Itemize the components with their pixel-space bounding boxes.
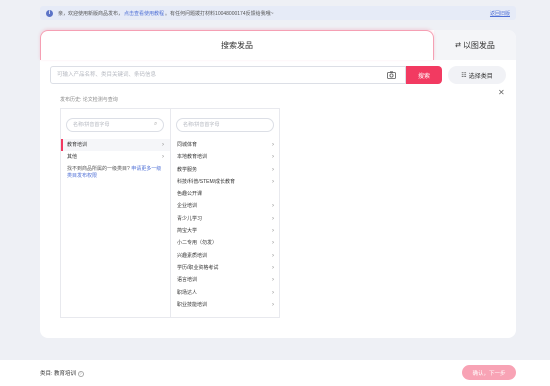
product-search-input[interactable] bbox=[50, 66, 406, 84]
primary-category-search-input[interactable] bbox=[66, 118, 164, 132]
info-icon: i bbox=[46, 9, 53, 17]
tab-search-publish[interactable]: 搜索发品 bbox=[40, 30, 434, 60]
selected-category: 类目: 教育培训 ? bbox=[40, 369, 84, 377]
secondary-category-list: 同城体育 › 本地教育培训 › 教学服务 › 科技/科普/STEM/成长教育 › 色趣公… bbox=[171, 139, 280, 311]
primary-category-item[interactable]: 教育培训 › bbox=[61, 139, 170, 152]
chevron-right-icon: › bbox=[272, 178, 274, 185]
secondary-category-item[interactable]: 企业培训 › bbox=[171, 200, 280, 212]
missing-category-text: 找不到商品所属的一级类目? bbox=[67, 165, 130, 172]
tab-image-label: 以图发品 bbox=[462, 40, 495, 50]
tab-search-label: 搜索发品 bbox=[221, 41, 253, 50]
secondary-category-column: 同城体育 › 本地教育培训 › 教学服务 › 科技/科普/STEM/成长教育 › 色趣公… bbox=[171, 109, 280, 317]
chevron-right-icon: › bbox=[272, 277, 274, 284]
chevron-right-icon: › bbox=[272, 166, 274, 173]
tab-image-publish[interactable]: ⇄ 以图发品 bbox=[434, 30, 516, 60]
category-label: 企业培训 bbox=[177, 203, 198, 210]
chevron-right-icon: › bbox=[272, 142, 274, 148]
return-old-version-link[interactable]: 返回旧版 bbox=[490, 10, 510, 17]
selected-category-label: 类目: 教育培训 bbox=[40, 371, 77, 377]
category-label: 科技/科普/STEM/成长教育 bbox=[177, 178, 236, 185]
category-label: 教育培训 bbox=[67, 142, 88, 148]
category-label: 语言培训 bbox=[177, 277, 198, 284]
help-icon[interactable]: ? bbox=[77, 370, 84, 377]
secondary-category-item[interactable]: 学历/职业资格考试 › bbox=[171, 262, 280, 274]
category-label: 青少儿学习 bbox=[177, 215, 203, 222]
category-label: 兴趣素质培训 bbox=[177, 252, 208, 259]
category-label: 同城体育 bbox=[177, 142, 198, 148]
primary-category-column: ⌕ 教育培训 › 其他 › 找不到商品所属的一级类目? 申请更多一级类目发布权限 bbox=[61, 109, 170, 317]
secondary-category-item[interactable]: 语言培训 › bbox=[171, 274, 280, 286]
notice-bar: i 亲，欢迎使用新版商品发布， 点击查看使用教程 。有任何问题拨打材料10048… bbox=[40, 6, 516, 20]
image-swap-icon: ⇄ bbox=[455, 42, 461, 49]
secondary-category-item[interactable]: 小二专用（勿发） › bbox=[171, 237, 280, 249]
publish-history[interactable]: 发布历史: 论文检测与查询 bbox=[60, 96, 118, 103]
chevron-right-icon: › bbox=[272, 154, 274, 161]
secondary-category-item[interactable]: 教学服务 › bbox=[171, 164, 280, 176]
chevron-right-icon: › bbox=[272, 252, 274, 259]
category-label: 小二专用（勿发） bbox=[177, 240, 218, 247]
confirm-next-button[interactable]: 确认，下一步 bbox=[462, 365, 516, 380]
close-icon[interactable]: ✕ bbox=[498, 88, 505, 97]
chevron-right-icon: › bbox=[272, 215, 274, 222]
chevron-right-icon: › bbox=[272, 264, 274, 271]
notice-suffix: 。有任何问题拨打材料10048000174反馈给我哦~ bbox=[165, 10, 274, 17]
secondary-category-search-input[interactable] bbox=[176, 118, 274, 132]
secondary-category-item[interactable]: 色趣公开课 bbox=[171, 188, 280, 200]
secondary-category-item[interactable]: 本地教育培训 › bbox=[171, 151, 280, 163]
primary-category-item[interactable]: 其他 › bbox=[61, 151, 170, 163]
secondary-category-item[interactable]: 科技/科普/STEM/成长教育 › bbox=[171, 176, 280, 188]
primary-category-list: 教育培训 › 其他 › 找不到商品所属的一级类目? 申请更多一级类目发布权限 bbox=[61, 139, 170, 182]
secondary-category-item[interactable]: 同城体育 › bbox=[171, 139, 280, 151]
search-icon: ⌕ bbox=[154, 121, 158, 127]
category-label: 其他 bbox=[67, 154, 78, 161]
chevron-right-icon: › bbox=[272, 240, 274, 247]
secondary-category-item[interactable]: 简宝大学 › bbox=[171, 225, 280, 237]
chevron-right-icon: › bbox=[272, 289, 274, 296]
category-label: 色趣公开课 bbox=[177, 191, 203, 198]
chevron-right-icon: › bbox=[272, 228, 274, 235]
secondary-category-item[interactable]: 职业技能培训 › bbox=[171, 299, 280, 311]
tutorial-link[interactable]: 点击查看使用教程 bbox=[124, 10, 164, 17]
category-label: 教学服务 bbox=[177, 166, 198, 173]
category-label: 简宝大学 bbox=[177, 228, 198, 235]
search-button[interactable]: 搜索 bbox=[406, 66, 442, 84]
chevron-right-icon: › bbox=[162, 142, 164, 148]
chevron-right-icon: › bbox=[162, 154, 164, 161]
choose-category-label: 选择类目 bbox=[468, 73, 493, 80]
chevron-right-icon: › bbox=[272, 301, 274, 308]
secondary-category-item[interactable]: 兴趣素质培训 › bbox=[171, 250, 280, 262]
camera-icon[interactable] bbox=[386, 70, 397, 80]
category-label: 学历/职业资格考试 bbox=[177, 264, 219, 271]
category-list-icon: ☷ bbox=[461, 72, 467, 79]
choose-category-button[interactable]: ☷ 选择类目 bbox=[448, 66, 506, 84]
secondary-category-item[interactable]: 青少儿学习 › bbox=[171, 213, 280, 225]
category-label: 本地教育培训 bbox=[177, 154, 208, 161]
category-label: 职场达人 bbox=[177, 289, 198, 296]
secondary-category-item[interactable]: 职场达人 › bbox=[171, 287, 280, 299]
search-row: 搜索 ☷ 选择类目 bbox=[50, 66, 506, 84]
chevron-right-icon: › bbox=[272, 203, 274, 210]
missing-category-hint: 找不到商品所属的一级类目? 申请更多一级类目发布权限 bbox=[61, 164, 170, 182]
notice-prefix: 亲，欢迎使用新版商品发布， bbox=[58, 10, 124, 17]
footer-bar: 类目: 教育培训 ? 确认，下一步 bbox=[0, 360, 550, 386]
category-cascader: ⌕ 教育培训 › 其他 › 找不到商品所属的一级类目? 申请更多一级类目发布权限… bbox=[60, 108, 280, 318]
category-label: 职业技能培训 bbox=[177, 301, 208, 308]
